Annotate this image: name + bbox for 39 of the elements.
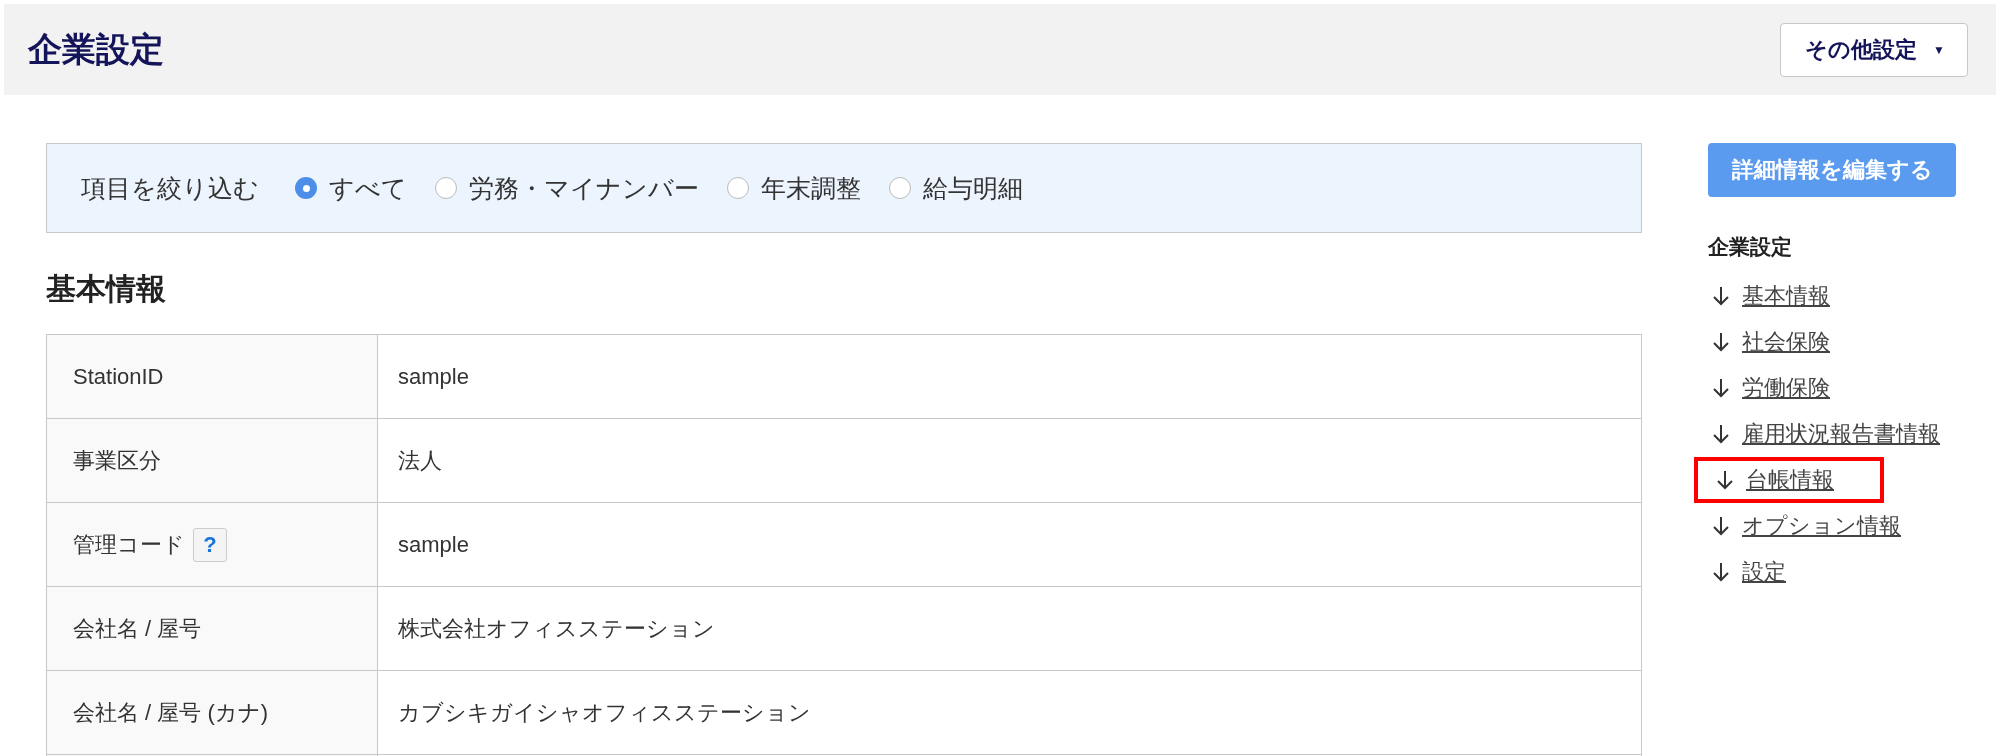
radio-button[interactable] [727,177,749,199]
field-label: 会社名 / 屋号 (カナ) [73,698,269,727]
page-title: 企業設定 [28,28,164,70]
filter-radio-option[interactable]: 労務・マイナンバー [435,171,699,205]
other-settings-button[interactable]: その他設定 ▼ [1780,22,1968,77]
down-arrow-icon [1712,378,1730,398]
nav-link[interactable]: オプション情報 [1708,503,1958,549]
down-arrow-icon [1716,470,1734,490]
filter-radio-option[interactable]: すべて [295,171,407,205]
field-label: 事業区分 [73,446,161,475]
field-label: StationID [73,363,164,390]
nav-link[interactable]: 基本情報 [1708,273,1958,319]
filter-label: 項目を絞り込む [81,172,259,204]
down-arrow-icon [1712,516,1730,536]
down-arrow-icon [1712,562,1730,582]
radio-button[interactable] [435,177,457,199]
nav-link[interactable]: 雇用状況報告書情報 [1708,411,1958,457]
nav-link[interactable]: 社会保険 [1708,319,1958,365]
filter-radio-option[interactable]: 給与明細 [889,171,1023,205]
nav-title: 企業設定 [1708,234,1793,260]
nav-link[interactable]: 台帳情報 [1694,457,1884,503]
radio-button[interactable] [295,177,317,199]
radio-button[interactable] [889,177,911,199]
nav-link[interactable]: 設定 [1708,549,1958,595]
nav-link[interactable]: 労働保険 [1708,365,1958,411]
down-arrow-icon [1712,286,1730,306]
filter-radio-option[interactable]: 年末調整 [727,171,861,205]
table-cell-text: カブシキガイシャオフィスステーション [397,698,812,727]
table-cell-text: sample [397,530,470,559]
down-arrow-icon [1712,332,1730,352]
field-label: 管理コード [73,530,185,559]
table-cell-text: sample [397,362,470,391]
down-arrow-icon [1712,424,1730,444]
table-cell-text: 株式会社オフィスステーション [397,614,716,643]
section-title: 基本情報 [46,271,167,307]
caret-icon: ▼ [1933,42,1945,57]
table-cell-text: 法人 [397,446,443,475]
field-label: 会社名 / 屋号 [73,614,202,643]
help-icon[interactable]: ? [193,527,227,562]
